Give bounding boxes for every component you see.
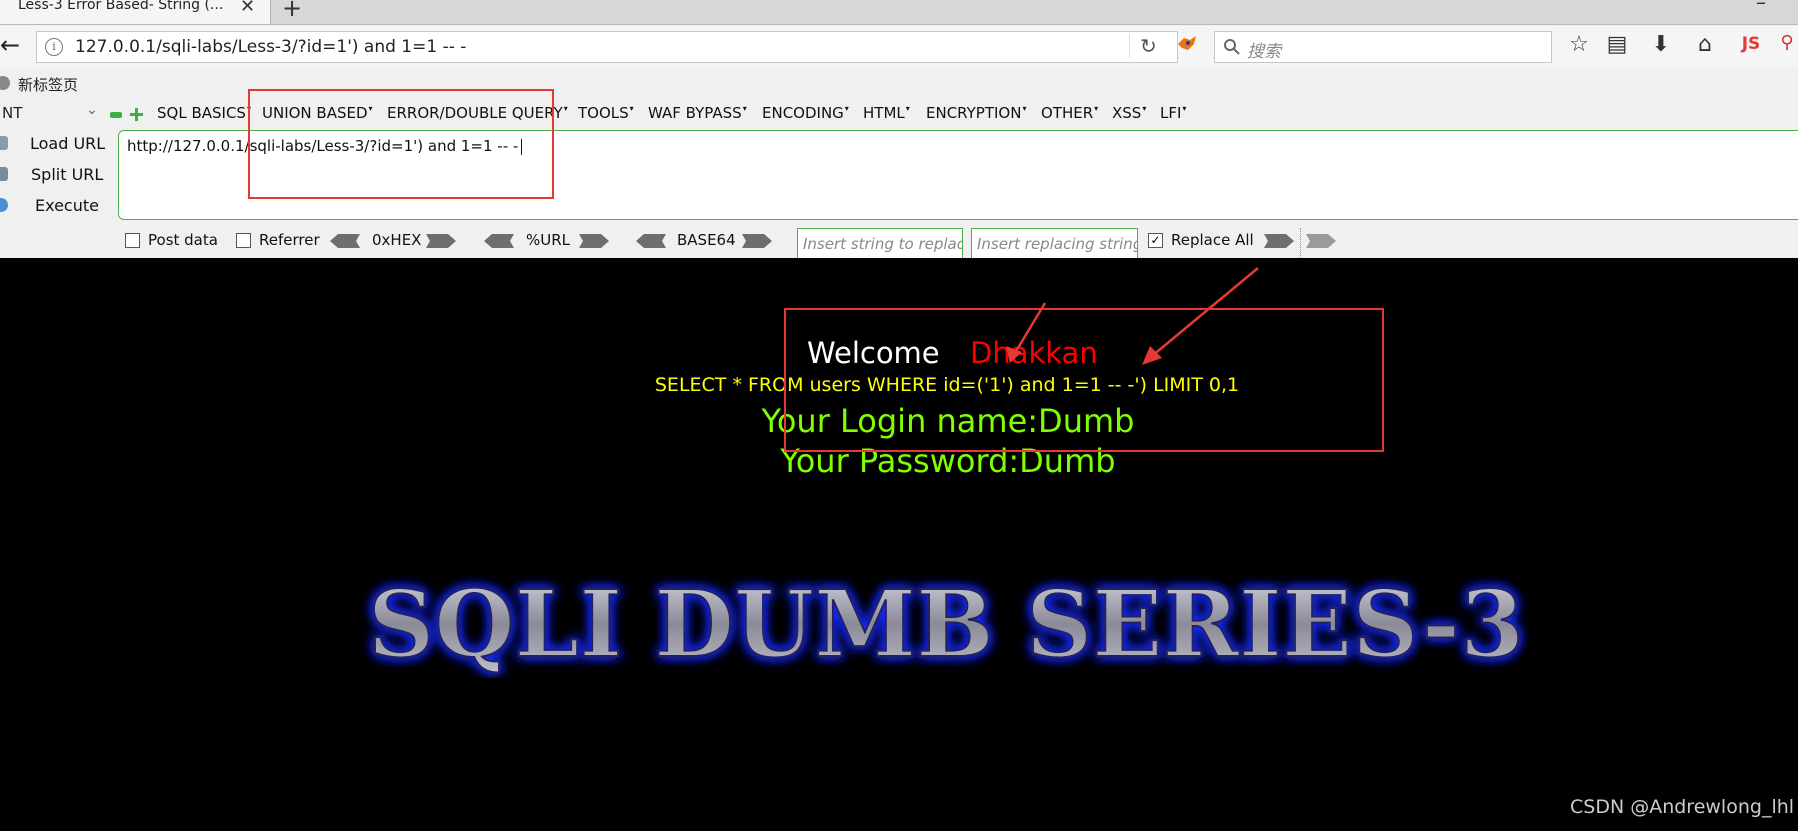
hackbar-options-row: Post data Referrer 0xHEX %URL BASE64 Ins… xyxy=(0,228,1798,260)
menu-label: XSS xyxy=(1112,104,1142,122)
expand-icon[interactable] xyxy=(130,108,143,121)
star-icon[interactable]: ☆ xyxy=(1566,32,1592,57)
menu-label: SQL BASICS xyxy=(157,104,246,122)
base64-decode-arrow-icon[interactable] xyxy=(636,234,666,248)
replacing-string-input[interactable]: Insert replacing string xyxy=(971,228,1138,260)
home-icon[interactable]: ⌂ xyxy=(1692,32,1718,57)
replacing-string-placeholder: Insert replacing string xyxy=(977,235,1138,253)
menu-label: WAF BYPASS xyxy=(648,104,742,122)
reload-icon[interactable]: ↻ xyxy=(1129,34,1157,58)
menu-tools[interactable]: TOOLS▾ xyxy=(578,104,634,122)
search-icon xyxy=(1224,39,1240,55)
hackbar-select-value: NT xyxy=(2,104,23,122)
menu-encoding[interactable]: ENCODING▾ xyxy=(762,104,849,122)
menu-sql-basics[interactable]: SQL BASICS▾ xyxy=(157,104,251,122)
tab-strip: Less-3 Error Based- String (... ✕ + – xyxy=(0,0,1798,25)
reading-list-icon[interactable]: ▤ xyxy=(1604,32,1630,57)
menu-other[interactable]: OTHER▾ xyxy=(1041,104,1098,122)
chevron-down-icon: ⌄ xyxy=(86,102,98,118)
address-text: 127.0.0.1/sqli-labs/Less-3/?id=1') and 1… xyxy=(75,37,467,57)
execute-label: Execute xyxy=(35,196,99,215)
js-icon[interactable]: JS xyxy=(1738,34,1764,54)
tab-title: Less-3 Error Based- String (... xyxy=(18,0,224,13)
hex-decode-arrow-icon[interactable] xyxy=(330,234,360,248)
bookmark-new-tab[interactable]: 新标签页 xyxy=(18,74,78,95)
hex-label: 0xHEX xyxy=(372,231,422,249)
menu-label: ENCRYPTION xyxy=(926,104,1022,122)
download-icon[interactable]: ⬇ xyxy=(1648,32,1674,57)
annotation-box-url xyxy=(248,89,554,199)
menu-label: HTML xyxy=(863,104,905,122)
separator xyxy=(1300,228,1302,258)
split-url-label: Split URL xyxy=(31,165,104,184)
menu-label: TOOLS xyxy=(578,104,629,122)
url-decode-arrow-icon[interactable] xyxy=(484,234,514,248)
menu-label: LFI xyxy=(1160,104,1182,122)
load-url-icon xyxy=(0,136,8,150)
load-url-label: Load URL xyxy=(30,134,106,153)
menu-xss[interactable]: XSS▾ xyxy=(1112,104,1146,122)
tab-active[interactable]: Less-3 Error Based- String (... ✕ xyxy=(0,0,271,24)
referrer-label: Referrer xyxy=(259,231,320,249)
tab-close-icon[interactable]: ✕ xyxy=(240,0,255,17)
menu-encryption[interactable]: ENCRYPTION▾ xyxy=(926,104,1026,122)
annotation-arrows xyxy=(1006,267,1259,365)
extension-fox-icon[interactable] xyxy=(1176,34,1198,54)
replace-string-input[interactable]: Insert string to replace xyxy=(797,228,963,260)
info-icon[interactable]: i xyxy=(45,38,63,56)
menu-waf-bypass[interactable]: WAF BYPASS▾ xyxy=(648,104,747,122)
menu-label: OTHER xyxy=(1041,104,1094,122)
post-data-checkbox[interactable] xyxy=(125,233,140,248)
search-box[interactable]: 搜索 xyxy=(1214,31,1552,63)
page-content: Welcome Dhakkan SELECT * FROM users WHER… xyxy=(0,258,1798,831)
address-bar[interactable]: i 127.0.0.1/sqli-labs/Less-3/?id=1') and… xyxy=(36,31,1178,63)
magnifier-icon[interactable]: ⚲ xyxy=(1774,32,1798,53)
navigation-bar: ← i 127.0.0.1/sqli-labs/Less-3/?id=1') a… xyxy=(0,26,1798,68)
new-tab-button[interactable]: + xyxy=(282,0,302,22)
browser-chrome: Less-3 Error Based- String (... ✕ + – ← … xyxy=(0,0,1798,260)
menu-html[interactable]: HTML▾ xyxy=(863,104,910,122)
minimize-button[interactable]: – xyxy=(1756,0,1766,14)
play-icon xyxy=(0,198,8,212)
replace-back-arrow-icon[interactable] xyxy=(1306,234,1336,248)
back-arrow-icon[interactable]: ← xyxy=(0,32,28,60)
search-placeholder: 搜索 xyxy=(1247,42,1281,62)
replace-string-placeholder: Insert string to replace xyxy=(803,235,963,253)
post-data-label: Post data xyxy=(148,231,218,249)
url-label: %URL xyxy=(526,231,571,249)
replace-arrow-icon[interactable] xyxy=(1264,234,1294,248)
menu-label: ENCODING xyxy=(762,104,844,122)
hex-encode-arrow-icon[interactable] xyxy=(426,234,456,248)
collapse-icon[interactable] xyxy=(110,112,122,118)
split-url-icon xyxy=(0,167,8,181)
replace-all-label: Replace All xyxy=(1171,231,1254,249)
menu-lfi[interactable]: LFI▾ xyxy=(1160,104,1186,122)
hackbar-select[interactable]: NT ⌄ xyxy=(0,102,100,124)
base64-label: BASE64 xyxy=(677,231,736,249)
globe-icon xyxy=(0,76,10,90)
replace-all-checkbox[interactable]: ✓ xyxy=(1148,233,1163,248)
url-encode-arrow-icon[interactable] xyxy=(579,234,609,248)
referrer-checkbox[interactable] xyxy=(236,233,251,248)
base64-encode-arrow-icon[interactable] xyxy=(742,234,772,248)
